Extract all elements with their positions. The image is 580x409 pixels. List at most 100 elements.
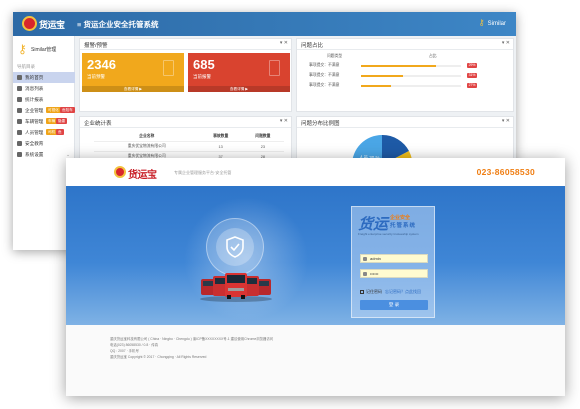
table-cell: 13 — [199, 141, 242, 152]
problem-ratio-panel: 问题占比 ▾ ✕ 问题类型 占比 事项提交：不满意 29% 事项提交：不满意 3… — [296, 38, 514, 112]
dashboard-logo[interactable]: 货运宝 — [22, 14, 70, 34]
sidebar-section-label: 导航目录 — [17, 64, 35, 69]
username-value: admin — [370, 256, 381, 261]
panel-title: 报警/预警 — [84, 43, 108, 49]
home-icon — [17, 75, 22, 80]
panel-controls[interactable]: ▾ ✕ — [280, 118, 288, 124]
badge: 隐患 — [56, 118, 68, 124]
form-title-sub: 托管系统 — [390, 223, 417, 229]
footer-line: 电话(023) 86058530 / 0.8 · 传真 — [110, 343, 159, 347]
composite-screenshot: 货运宝 ≡ 货运企业安全托管系统 ⚷ Similar ⚷ Similar管理 导航… — [0, 0, 580, 409]
login-header: 货运宝 专属企业管理服务平台·安全托管 023-86058530 — [66, 158, 565, 186]
ratio-badge: 29% — [467, 63, 477, 68]
ratio-bar-fill — [361, 85, 391, 87]
column-header: 问题类型 — [327, 54, 343, 58]
panel-controls[interactable]: ▾ ✕ — [502, 40, 510, 46]
profile-name: Similar管理 — [31, 47, 57, 53]
footer-line: 重庆货运宝科技有限公司 ( China · Ningbo · Chengdu )… — [110, 337, 274, 341]
sidebar-item-label: 消息列表 — [25, 86, 44, 91]
divider — [297, 49, 513, 50]
password-field[interactable]: •••••• — [360, 269, 428, 278]
username-field[interactable]: admin — [360, 254, 428, 263]
sidebar-item-label: 车辆管理 — [25, 119, 44, 124]
login-window: 货运宝 专属企业管理服务平台·安全托管 023-86058530 货运 企业安全… — [66, 158, 565, 396]
ratio-row: 事项提交：不满意 29% — [309, 63, 494, 69]
column-header: 企业名称 — [139, 134, 155, 138]
sidebar-item-label: 我的首页 — [25, 75, 44, 80]
warning-label: 当前预警 — [87, 74, 105, 79]
password-value: •••••• — [370, 271, 379, 276]
book-icon — [17, 141, 22, 146]
badge: 可视化 — [46, 107, 61, 113]
alarm-panel: 报警/预警 ▾ ✕ 2346 当前预警 查看详情 ▶ 685 当前报警 查看详情… — [79, 38, 292, 112]
panel-controls[interactable]: ▾ ✕ — [280, 40, 288, 46]
login-form: 货运 企业安全 托管系统 Freight enterprise security… — [351, 206, 435, 318]
logo-text: 货运宝 — [128, 170, 157, 181]
alarm-card[interactable]: 685 当前报警 查看详情 ▶ — [188, 53, 290, 92]
ratio-row-label: 事项提交：不满意 — [309, 73, 340, 77]
sidebar-item-label: 系统设置 — [25, 152, 44, 157]
sidebar-item-people[interactable]: 人员管理 司机 危 — [13, 127, 75, 138]
sidebar-item-company[interactable]: 企业管理 可视化 危险车 — [13, 105, 75, 116]
dashboard-header: 货运宝 ≡ 货运企业安全托管系统 ⚷ Similar — [13, 12, 516, 36]
footer-line: 重庆货运宝 Copyright © 2017 · Chongqing · All… — [110, 355, 207, 359]
table-cell: 23 — [241, 141, 284, 152]
badge: 危 — [56, 129, 64, 135]
sidebar-item-education[interactable]: 安全教育 — [13, 138, 75, 149]
user-icon — [17, 130, 22, 135]
forgot-password-link[interactable]: 忘记密码？点此找回 — [385, 289, 421, 294]
user-menu[interactable]: ⚷ Similar — [479, 18, 506, 27]
panel-controls[interactable]: ▾ ✕ — [502, 118, 510, 124]
key-icon: ⚷ — [18, 42, 27, 56]
footer-line: QQ : 2007 · 手机号 — [110, 349, 139, 353]
warning-count: 2346 — [87, 57, 116, 72]
divider — [80, 127, 291, 128]
column-header: 占比 — [429, 54, 437, 58]
ratio-row: 事项提交：不满意 27% — [309, 83, 494, 89]
logo-mark-icon — [22, 16, 37, 31]
table-header-row: 企业名称 事故数量 问题数量 — [94, 133, 284, 142]
truck-icon — [17, 119, 22, 124]
divider — [80, 49, 291, 50]
building-icon — [17, 108, 22, 113]
document-icon — [269, 60, 280, 76]
message-icon — [17, 86, 22, 91]
key-icon: ⚷ — [478, 18, 485, 27]
warning-card[interactable]: 2346 当前预警 查看详情 ▶ — [82, 53, 184, 92]
system-title-text: 货运企业安全托管系统 — [83, 20, 159, 29]
divider — [297, 127, 513, 128]
shield-check-icon — [226, 236, 244, 258]
sidebar-item-label: 人员管理 — [25, 130, 44, 135]
sidebar-item-home[interactable]: 我的首页 — [13, 72, 75, 83]
table-row[interactable]: 重庆优宝物流有限公司 13 23 — [94, 141, 284, 152]
login-button[interactable]: 登 录 — [360, 300, 428, 310]
remember-checkbox[interactable] — [360, 290, 364, 294]
sidebar-profile[interactable]: ⚷ Similar管理 — [18, 42, 74, 62]
ratio-row-label: 事项提交：不满意 — [309, 83, 340, 87]
login-footer: 重庆货运宝科技有限公司 ( China · Ningbo · Chengdu )… — [66, 325, 565, 396]
badge: 危险车 — [60, 107, 75, 113]
panel-title: 企业统计表 — [84, 121, 112, 127]
logo-text: 货运宝 — [39, 20, 65, 30]
column-header: 问题数量 — [255, 134, 271, 138]
ratio-bar — [361, 75, 461, 77]
login-hero: 货运 企业安全 托管系统 Freight enterprise security… — [66, 186, 565, 325]
form-title-tag: 企业安全 — [390, 215, 411, 221]
sidebar-item-reports[interactable]: 统计报表 — [13, 94, 75, 105]
ratio-badge: 27% — [467, 83, 477, 88]
panel-title: 问题占比 — [301, 43, 324, 49]
ratio-row-label: 事项提交：不满意 — [309, 63, 340, 67]
warning-more-link[interactable]: 查看详情 ▶ — [82, 86, 184, 92]
trucks-illustration — [200, 273, 272, 302]
alarm-more-link[interactable]: 查看详情 ▶ — [188, 86, 290, 92]
login-logo[interactable]: 货运宝 — [114, 165, 170, 181]
remember-label: 记住密码 — [366, 289, 382, 294]
user-name: Similar — [487, 21, 506, 27]
sidebar-item-messages[interactable]: 消息列表 — [13, 83, 75, 94]
ratio-badge: 31% — [467, 73, 477, 78]
sidebar-item-vehicles[interactable]: 车辆管理 车辆 隐患 — [13, 116, 75, 127]
ratio-bar — [361, 65, 461, 67]
ratio-bar-fill — [361, 75, 403, 77]
chart-icon — [17, 97, 22, 102]
alarm-count: 685 — [193, 57, 215, 72]
